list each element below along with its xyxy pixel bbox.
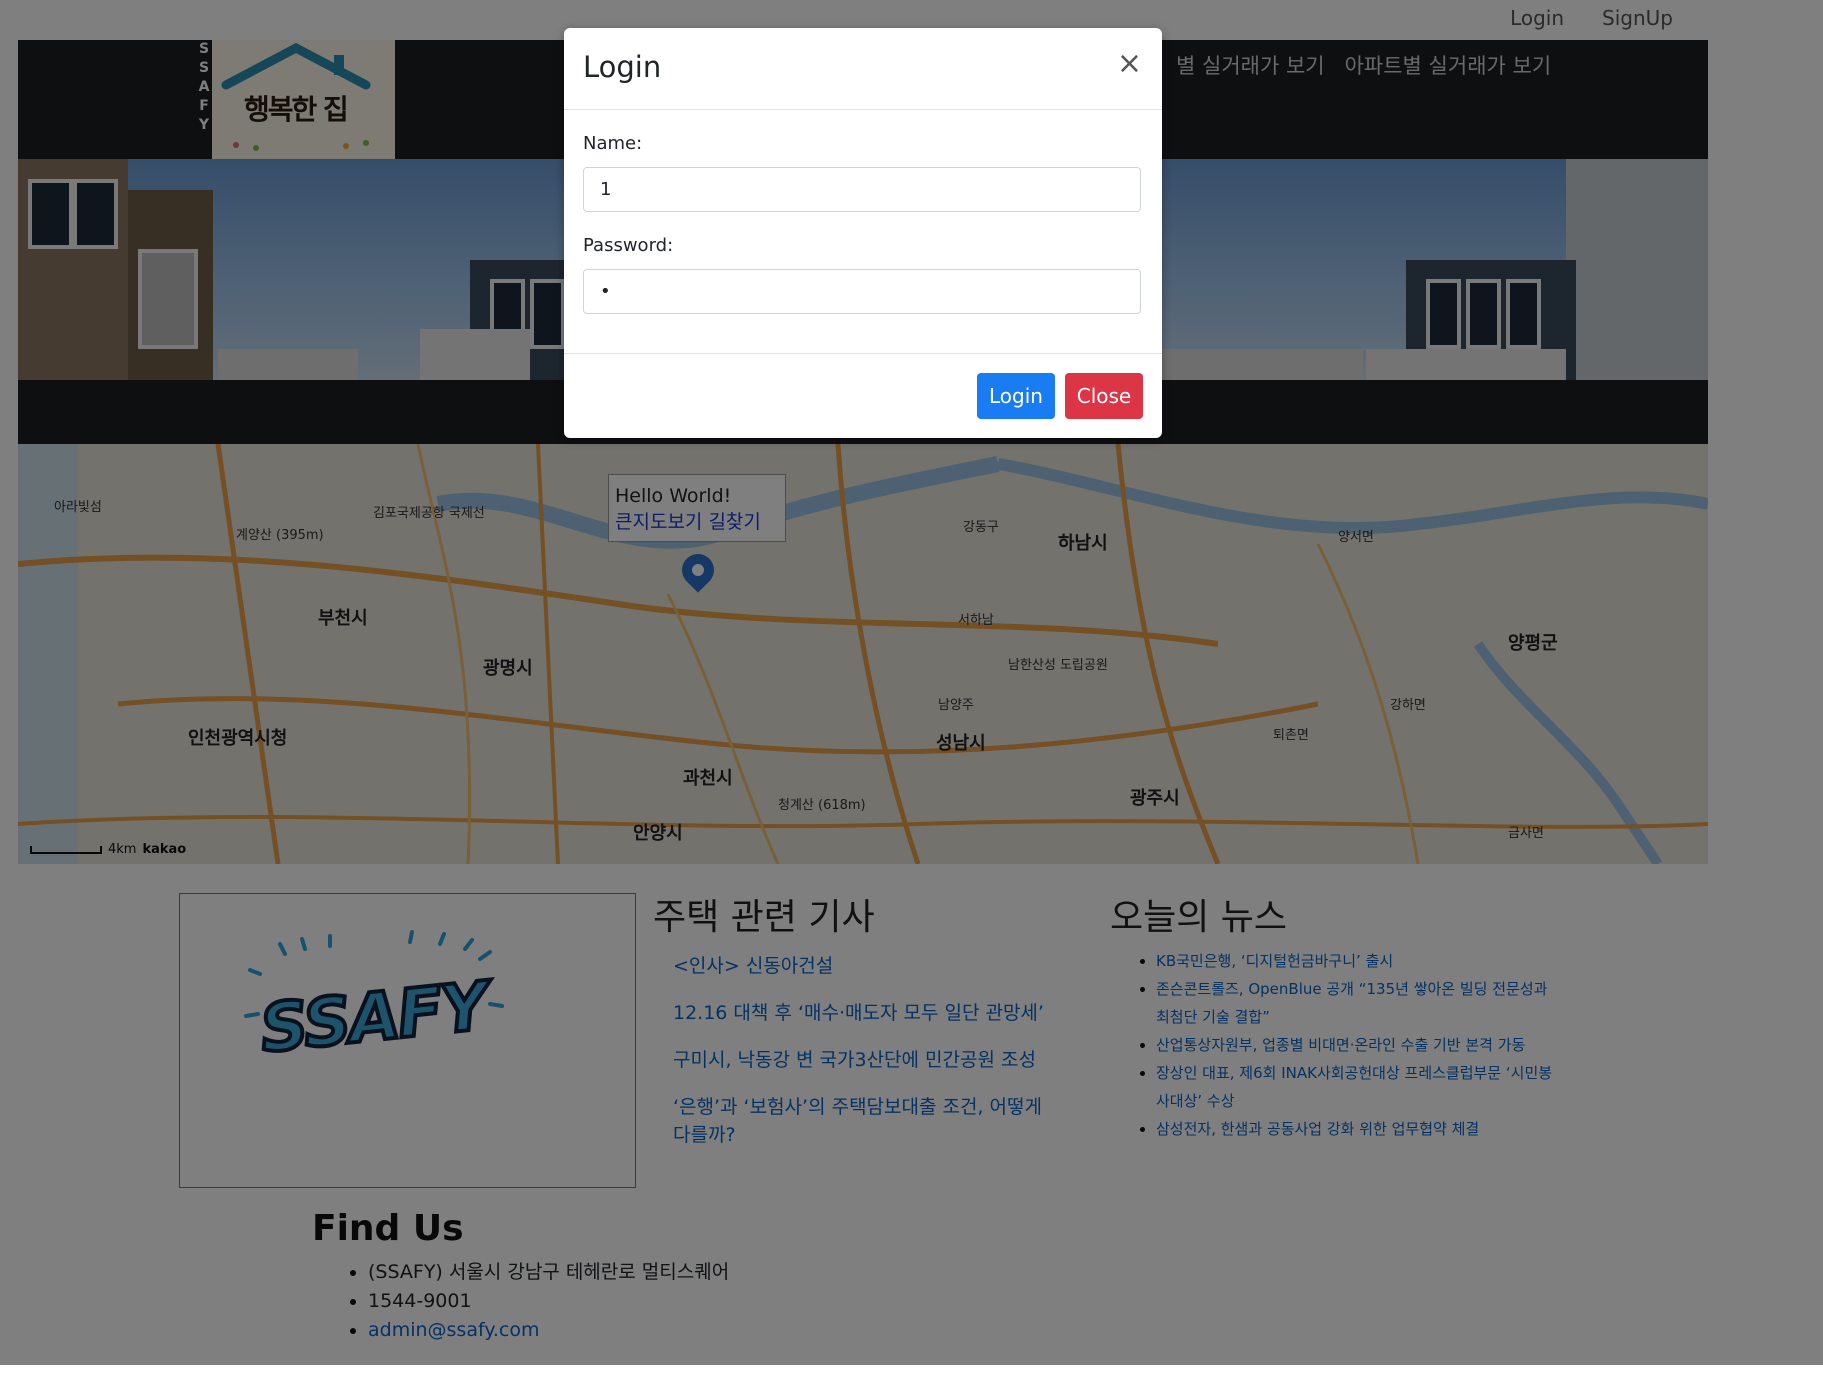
password-input[interactable]: • <box>583 269 1141 314</box>
modal-footer-divider <box>564 353 1162 354</box>
login-button[interactable]: Login <box>977 373 1055 419</box>
modal-title: Login <box>583 50 662 84</box>
close-icon[interactable]: × <box>1117 46 1142 81</box>
modal-header: Login × <box>564 28 1162 110</box>
name-input[interactable]: 1 <box>583 167 1141 212</box>
name-label: Name: <box>583 133 643 154</box>
login-modal: Login × Name: 1 Password: • Login Close <box>564 28 1162 438</box>
close-button[interactable]: Close <box>1065 373 1143 419</box>
password-label: Password: <box>583 235 674 256</box>
